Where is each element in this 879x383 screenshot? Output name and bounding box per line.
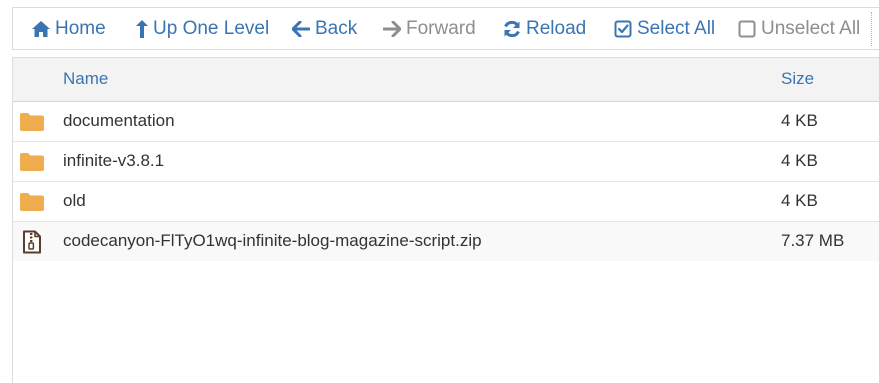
unselect-all-button[interactable]: Unselect All [736,8,860,49]
file-size: 4 KB [781,111,818,130]
select-all-button[interactable]: Select All [612,8,715,49]
level-up-icon [134,18,150,40]
table-header: Name Size [13,58,879,102]
arrow-right-icon [381,18,403,40]
forward-button[interactable]: Forward [381,8,476,49]
up-one-level-label: Up One Level [153,17,270,39]
home-label: Home [55,17,106,39]
zip-file-icon [19,230,45,254]
name-column-header[interactable]: Name [63,69,108,89]
table-row[interactable]: old 4 KB [13,182,879,222]
file-name: infinite-v3.8.1 [63,151,165,170]
empty-box-icon [736,18,758,40]
select-all-label: Select All [637,17,716,39]
table-row[interactable]: codecanyon-FlTyO1wq-infinite-blog-magazi… [13,222,879,261]
size-column-header[interactable]: Size [781,69,814,89]
forward-label: Forward [406,17,476,39]
unselect-all-label: Unselect All [761,17,861,39]
checked-box-icon [612,18,634,40]
back-label: Back [315,17,358,39]
home-button[interactable]: Home [30,8,106,49]
reload-label: Reload [526,17,587,39]
file-name: documentation [63,111,175,130]
up-one-level-button[interactable]: Up One Level [134,8,269,49]
folder-icon [19,111,45,133]
table-row[interactable]: documentation 4 KB [13,102,879,142]
file-listing-table: Name Size documentation 4 KB infinite-v3… [12,57,879,383]
file-name: codecanyon-FlTyO1wq-infinite-blog-magazi… [63,231,482,250]
toolbar-divider [871,12,873,46]
reload-button[interactable]: Reload [501,8,586,49]
refresh-icon [501,18,523,40]
file-manager-toolbar: Home Up One Level Back Forward Reload Se… [12,7,879,50]
folder-icon [19,191,45,213]
back-button[interactable]: Back [290,8,357,49]
table-row[interactable]: infinite-v3.8.1 4 KB [13,142,879,182]
arrow-left-icon [290,18,312,40]
folder-icon [19,151,45,173]
file-size: 4 KB [781,191,818,210]
home-icon [30,18,52,40]
file-size: 7.37 MB [781,231,845,250]
file-size: 4 KB [781,151,818,170]
file-name: old [63,191,86,210]
